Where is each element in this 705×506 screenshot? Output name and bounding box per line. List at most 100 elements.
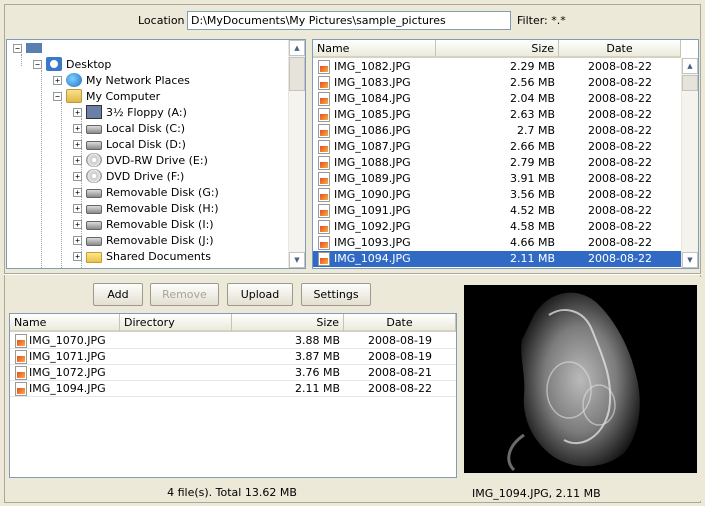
file-date: 2008-08-22 bbox=[588, 140, 652, 153]
jpg-file-icon bbox=[318, 188, 330, 202]
tree-item-network-places[interactable]: + My Network Places bbox=[53, 72, 190, 88]
file-name: IMG_1091.JPG bbox=[334, 204, 411, 217]
file-list-scrollbar[interactable]: ▲ ▼ bbox=[681, 58, 698, 268]
file-list-row[interactable]: IMG_1090.JPG 3.56 MB 2008-08-22 bbox=[313, 187, 683, 203]
queue-file-size: 3.76 MB bbox=[294, 366, 340, 379]
scroll-thumb[interactable] bbox=[682, 75, 698, 91]
file-list-row[interactable]: IMG_1088.JPG 2.79 MB 2008-08-22 bbox=[313, 155, 683, 171]
file-list-row[interactable]: IMG_1086.JPG 2.7 MB 2008-08-22 bbox=[313, 123, 683, 139]
network-places-icon bbox=[66, 73, 82, 87]
tree-item-removable-g[interactable]: + Removable Disk (G:) bbox=[73, 184, 219, 200]
column-header-date[interactable]: Date bbox=[559, 40, 681, 58]
tree-item-disk-c[interactable]: + Local Disk (C:) bbox=[73, 120, 185, 136]
collapse-toggle[interactable]: − bbox=[53, 91, 62, 101]
jpg-file-icon bbox=[15, 382, 27, 396]
add-button[interactable]: Add bbox=[93, 283, 143, 306]
jpg-file-icon bbox=[318, 204, 330, 218]
jpg-file-icon bbox=[318, 108, 330, 122]
tree-item-floppy[interactable]: + 3½ Floppy (A:) bbox=[73, 104, 187, 120]
expand-toggle[interactable]: + bbox=[73, 203, 82, 213]
tree-root[interactable]: − bbox=[13, 40, 46, 56]
tree-scrollbar[interactable]: ▲ ▼ bbox=[288, 40, 305, 268]
column-header-directory[interactable]: Directory bbox=[120, 314, 232, 332]
folder-tree[interactable]: − − Desktop + My Network Places − My Com… bbox=[6, 39, 306, 269]
dvd-drive-icon bbox=[86, 169, 102, 183]
tree-item-dvd-f[interactable]: + DVD Drive (F:) bbox=[73, 168, 184, 184]
expand-toggle[interactable]: + bbox=[73, 187, 82, 197]
tree-item-shared-documents[interactable]: + Shared Documents bbox=[73, 248, 211, 264]
file-list-row[interactable]: IMG_1085.JPG 2.63 MB 2008-08-22 bbox=[313, 107, 683, 123]
tree-item-disk-d[interactable]: + Local Disk (D:) bbox=[73, 136, 186, 152]
expand-toggle[interactable]: + bbox=[73, 235, 82, 245]
expand-toggle[interactable]: + bbox=[73, 107, 82, 117]
file-list-row[interactable]: IMG_1094.JPG 2.11 MB 2008-08-22 bbox=[313, 251, 683, 267]
tree-item-label: DVD Drive (F:) bbox=[106, 169, 185, 183]
scroll-up-arrow-icon[interactable]: ▲ bbox=[289, 40, 305, 56]
queue-file-date: 2008-08-19 bbox=[368, 350, 432, 363]
tree-item-desktop[interactable]: − Desktop bbox=[33, 56, 111, 72]
upload-button[interactable]: Upload bbox=[227, 283, 293, 306]
tree-item-my-computer[interactable]: − My Computer bbox=[53, 88, 160, 104]
collapse-toggle[interactable]: − bbox=[13, 43, 22, 53]
file-list-row[interactable]: IMG_1092.JPG 4.58 MB 2008-08-22 bbox=[313, 219, 683, 235]
file-list[interactable]: Name Size Date IMG_1082.JPG 2.29 MB 2008-0… bbox=[312, 39, 699, 269]
file-name: IMG_1089.JPG bbox=[334, 172, 411, 185]
column-header-name[interactable]: Name bbox=[313, 40, 436, 58]
column-header-size[interactable]: Size bbox=[232, 314, 344, 332]
location-field[interactable]: D:\MyDocuments\My Pictures\sample_pictur… bbox=[187, 11, 511, 30]
scroll-down-arrow-icon[interactable]: ▼ bbox=[289, 252, 305, 268]
queue-file-name: IMG_1070.JPG bbox=[29, 334, 106, 347]
tree-item-label: Shared Documents bbox=[106, 249, 211, 263]
queue-row[interactable]: IMG_1071.JPG 3.87 MB 2008-08-19 bbox=[10, 349, 456, 365]
removable-disk-icon bbox=[86, 237, 102, 246]
tree-item-removable-h[interactable]: + Removable Disk (H:) bbox=[73, 200, 219, 216]
column-header-date[interactable]: Date bbox=[344, 314, 456, 332]
file-date: 2008-08-22 bbox=[588, 60, 652, 73]
file-list-row[interactable]: IMG_1084.JPG 2.04 MB 2008-08-22 bbox=[313, 91, 683, 107]
queue-row[interactable]: IMG_1070.JPG 3.88 MB 2008-08-19 bbox=[10, 333, 456, 349]
queue-row[interactable]: IMG_1072.JPG 3.76 MB 2008-08-21 bbox=[10, 365, 456, 381]
expand-toggle[interactable]: + bbox=[73, 251, 82, 261]
expand-toggle[interactable]: + bbox=[73, 139, 82, 149]
expand-toggle[interactable]: + bbox=[73, 219, 82, 229]
file-list-row[interactable]: IMG_1082.JPG 2.29 MB 2008-08-22 bbox=[313, 59, 683, 75]
file-size: 2.79 MB bbox=[509, 156, 555, 169]
tree-item-removable-j[interactable]: + Removable Disk (J:) bbox=[73, 232, 214, 248]
queue-file-name: IMG_1071.JPG bbox=[29, 350, 106, 363]
file-date: 2008-08-22 bbox=[588, 92, 652, 105]
expand-toggle[interactable]: + bbox=[73, 171, 82, 181]
queue-file-name: IMG_1072.JPG bbox=[29, 366, 106, 379]
expand-toggle[interactable]: + bbox=[53, 75, 62, 85]
pane-splitter[interactable] bbox=[4, 273, 701, 275]
file-size: 4.58 MB bbox=[509, 220, 555, 233]
upload-queue-list[interactable]: Name Directory Size Date IMG_1070.JPG 3.8… bbox=[9, 313, 457, 478]
scroll-down-arrow-icon[interactable]: ▼ bbox=[682, 252, 698, 268]
expand-toggle[interactable]: + bbox=[73, 123, 82, 133]
tree-item-label: My Computer bbox=[86, 89, 161, 103]
file-list-row[interactable]: IMG_1089.JPG 3.91 MB 2008-08-22 bbox=[313, 171, 683, 187]
file-size: 4.66 MB bbox=[509, 236, 555, 249]
settings-button[interactable]: Settings bbox=[301, 283, 371, 306]
remove-button[interactable]: Remove bbox=[150, 283, 219, 306]
collapse-toggle[interactable]: − bbox=[33, 59, 42, 69]
jpg-file-icon bbox=[15, 334, 27, 348]
file-list-row[interactable]: IMG_1091.JPG 4.52 MB 2008-08-22 bbox=[313, 203, 683, 219]
column-header-size[interactable]: Size bbox=[436, 40, 559, 58]
expand-toggle[interactable]: + bbox=[73, 155, 82, 165]
column-header-name[interactable]: Name bbox=[10, 314, 120, 332]
tree-item-dvdrw-e[interactable]: + DVD-RW Drive (E:) bbox=[73, 152, 208, 168]
jpg-file-icon bbox=[318, 156, 330, 170]
tree-item-label: Removable Disk (I:) bbox=[106, 217, 214, 231]
file-list-row[interactable]: IMG_1083.JPG 2.56 MB 2008-08-22 bbox=[313, 75, 683, 91]
scroll-up-arrow-icon[interactable]: ▲ bbox=[682, 58, 698, 74]
scroll-thumb[interactable] bbox=[289, 57, 305, 91]
filter-label: Filter: *.* bbox=[517, 14, 566, 27]
preview-image bbox=[464, 285, 697, 473]
file-date: 2008-08-22 bbox=[588, 220, 652, 233]
tree-item-removable-i[interactable]: + Removable Disk (I:) bbox=[73, 216, 214, 232]
tree-item-label: Local Disk (C:) bbox=[106, 121, 186, 135]
file-list-row[interactable]: IMG_1093.JPG 4.66 MB 2008-08-22 bbox=[313, 235, 683, 251]
file-list-row[interactable]: IMG_1087.JPG 2.66 MB 2008-08-22 bbox=[313, 139, 683, 155]
queue-row[interactable]: IMG_1094.JPG 2.11 MB 2008-08-22 bbox=[10, 381, 456, 397]
file-size: 3.56 MB bbox=[509, 188, 555, 201]
